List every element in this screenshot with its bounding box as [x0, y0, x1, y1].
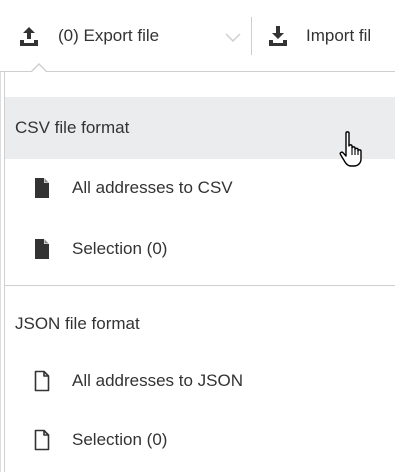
menu-item-label: Selection (0): [72, 430, 168, 449]
import-file-button[interactable]: Import fil: [267, 24, 371, 48]
toolbar: (0) Export file Import fil: [0, 0, 395, 72]
export-file-label: (0) Export file: [58, 26, 160, 45]
export-file-button[interactable]: (0) Export file: [18, 24, 159, 48]
file-outline-icon: [32, 370, 52, 392]
download-icon: [267, 25, 289, 47]
menu-item-selection-csv[interactable]: Selection (0): [5, 221, 395, 277]
csv-format-header: CSV file format: [5, 97, 395, 159]
export-menu-window: (0) Export file Import fil CSV file form…: [0, 0, 395, 472]
toolbar-separator: [251, 17, 252, 55]
upload-icon: [18, 25, 40, 47]
csv-format-header-label: CSV file format: [15, 118, 130, 137]
menu-item-label: All addresses to CSV: [72, 178, 233, 197]
menu-item-label: Selection (0): [72, 239, 168, 258]
menu-divider: [5, 285, 395, 286]
menu-item-all-addresses-json[interactable]: All addresses to JSON: [5, 353, 395, 409]
chevron-down-icon[interactable]: [222, 26, 244, 48]
menu-item-selection-json[interactable]: Selection (0): [5, 412, 395, 468]
json-format-header-label: JSON file format: [15, 314, 140, 333]
menu-item-label: All addresses to JSON: [72, 371, 244, 390]
import-file-label: Import fil: [306, 26, 372, 45]
json-format-header: JSON file format: [5, 293, 395, 355]
file-outline-icon: [32, 429, 52, 451]
export-dropdown-menu: CSV file format All addresses to CSV Sel…: [4, 72, 395, 472]
left-border: [0, 72, 1, 472]
menu-item-all-addresses-csv[interactable]: All addresses to CSV: [5, 160, 395, 216]
file-solid-icon: [32, 238, 52, 260]
file-solid-icon: [32, 177, 52, 199]
